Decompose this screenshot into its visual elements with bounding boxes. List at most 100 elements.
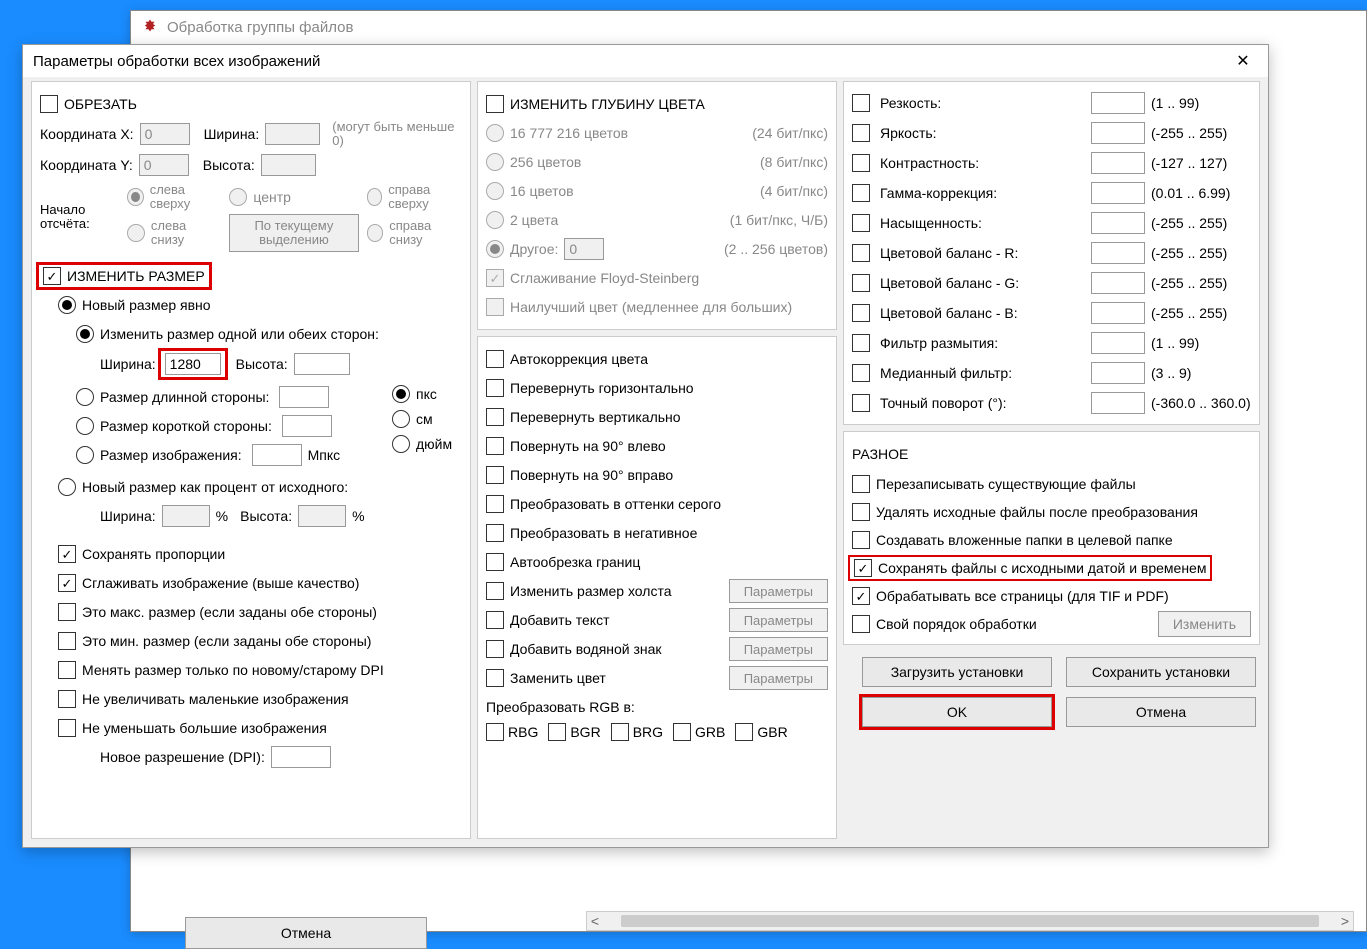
resize-shortside-radio[interactable] <box>76 417 94 435</box>
depth-fs-checkbox[interactable] <box>486 269 504 287</box>
op-text-params-button[interactable]: Параметры <box>729 608 828 632</box>
resize-width-input[interactable] <box>165 353 221 375</box>
op-flipv-checkbox[interactable] <box>486 408 504 426</box>
adj-finerot-checkbox[interactable] <box>852 394 870 412</box>
cancel-button[interactable]: Отмена <box>1066 697 1256 727</box>
rgb-grb-checkbox[interactable] <box>673 723 691 741</box>
depth-checkbox[interactable] <box>486 95 504 113</box>
resize-explicit-radio[interactable] <box>58 296 76 314</box>
crop-height-input[interactable] <box>261 154 316 176</box>
origin-current-selection-button[interactable]: По текущему выделению <box>229 214 358 252</box>
op-rotr-checkbox[interactable] <box>486 466 504 484</box>
op-autocolor-checkbox[interactable] <box>486 350 504 368</box>
misc-overwrite-checkbox[interactable] <box>852 475 870 493</box>
adj-median-checkbox[interactable] <box>852 364 870 382</box>
resize-longside-radio[interactable] <box>76 388 94 406</box>
no-shrink-checkbox[interactable] <box>58 719 76 737</box>
rgb-brg-checkbox[interactable] <box>611 723 629 741</box>
unit-px-radio[interactable] <box>392 385 410 403</box>
op-replacecolor-params-button[interactable]: Параметры <box>729 666 828 690</box>
op-canvas-params-button[interactable]: Параметры <box>729 579 828 603</box>
resize-imagesize-input[interactable] <box>252 444 302 466</box>
adj-cbr-checkbox[interactable] <box>852 244 870 262</box>
dpi-only-checkbox[interactable] <box>58 661 76 679</box>
parent-cancel-button[interactable]: Отмена <box>185 917 427 949</box>
unit-inch-radio[interactable] <box>392 435 410 453</box>
resample-checkbox[interactable] <box>58 574 76 592</box>
scroll-left-icon[interactable]: < <box>587 913 603 929</box>
close-button[interactable]: ✕ <box>1228 51 1258 71</box>
op-rotl-checkbox[interactable] <box>486 437 504 455</box>
adj-finerot-input[interactable] <box>1091 392 1145 414</box>
origin-bl-radio[interactable] <box>127 224 145 242</box>
rgb-rbg-checkbox[interactable] <box>486 723 504 741</box>
depth-2-radio[interactable] <box>486 211 504 229</box>
misc-change-button[interactable]: Изменить <box>1158 611 1251 637</box>
new-dpi-input[interactable] <box>271 746 331 768</box>
resize-sides-radio[interactable] <box>76 325 94 343</box>
scrollbar-thumb[interactable] <box>621 915 1319 927</box>
op-wm-params-button[interactable]: Параметры <box>729 637 828 661</box>
adj-gamma-checkbox[interactable] <box>852 184 870 202</box>
op-replacecolor-checkbox[interactable] <box>486 669 504 687</box>
op-gray-checkbox[interactable] <box>486 495 504 513</box>
adj-cbg-input[interactable] <box>1091 272 1145 294</box>
unit-cm-radio[interactable] <box>392 410 410 428</box>
resize-pct-height-input[interactable] <box>298 505 346 527</box>
resize-longside-input[interactable] <box>279 386 329 408</box>
depth-16m-radio[interactable] <box>486 124 504 142</box>
crop-width-input[interactable] <box>265 123 320 145</box>
depth-bestcolor-checkbox[interactable] <box>486 298 504 316</box>
adj-cbr-input[interactable] <box>1091 242 1145 264</box>
is-max-checkbox[interactable] <box>58 603 76 621</box>
adj-sat-checkbox[interactable] <box>852 214 870 232</box>
origin-br-radio[interactable] <box>367 224 384 242</box>
adj-median-input[interactable] <box>1091 362 1145 384</box>
adj-sat-input[interactable] <box>1091 212 1145 234</box>
no-enlarge-checkbox[interactable] <box>58 690 76 708</box>
resize-height-input[interactable] <box>294 353 350 375</box>
origin-tr-radio[interactable] <box>367 188 383 206</box>
horizontal-scrollbar[interactable]: < > <box>586 911 1354 931</box>
adj-bright-checkbox[interactable] <box>852 124 870 142</box>
misc-deletesrc-checkbox[interactable] <box>852 503 870 521</box>
depth-256-radio[interactable] <box>486 153 504 171</box>
misc-allpages-checkbox[interactable] <box>852 587 870 605</box>
misc-ownorder-checkbox[interactable] <box>852 615 870 633</box>
crop-y-input[interactable] <box>139 154 189 176</box>
op-wm-checkbox[interactable] <box>486 640 504 658</box>
load-settings-button[interactable]: Загрузить установки <box>862 657 1052 687</box>
op-neg-checkbox[interactable] <box>486 524 504 542</box>
rgb-bgr-checkbox[interactable] <box>548 723 566 741</box>
crop-checkbox[interactable] <box>40 95 58 113</box>
op-autocrop-checkbox[interactable] <box>486 553 504 571</box>
adj-contrast-checkbox[interactable] <box>852 154 870 172</box>
adj-blur-checkbox[interactable] <box>852 334 870 352</box>
op-fliph-checkbox[interactable] <box>486 379 504 397</box>
origin-tl-radio[interactable] <box>127 188 143 206</box>
scroll-right-icon[interactable]: > <box>1337 913 1353 929</box>
misc-subfolders-checkbox[interactable] <box>852 531 870 549</box>
resize-percent-radio[interactable] <box>58 478 76 496</box>
adj-bright-input[interactable] <box>1091 122 1145 144</box>
resize-pct-width-input[interactable] <box>162 505 210 527</box>
depth-other-input[interactable] <box>564 238 604 260</box>
resize-imagesize-radio[interactable] <box>76 446 94 464</box>
adj-blur-input[interactable] <box>1091 332 1145 354</box>
adj-cbb-checkbox[interactable] <box>852 304 870 322</box>
op-canvas-checkbox[interactable] <box>486 582 504 600</box>
adj-sharpen-input[interactable] <box>1091 92 1145 114</box>
ok-button[interactable]: OK <box>862 697 1052 727</box>
adj-sharpen-checkbox[interactable] <box>852 94 870 112</box>
depth-other-radio[interactable] <box>486 240 504 258</box>
depth-16-radio[interactable] <box>486 182 504 200</box>
save-settings-button[interactable]: Сохранить установки <box>1066 657 1256 687</box>
origin-center-radio[interactable] <box>229 188 247 206</box>
is-min-checkbox[interactable] <box>58 632 76 650</box>
resize-shortside-input[interactable] <box>282 415 332 437</box>
adj-contrast-input[interactable] <box>1091 152 1145 174</box>
adj-cbg-checkbox[interactable] <box>852 274 870 292</box>
crop-x-input[interactable] <box>140 123 190 145</box>
op-text-checkbox[interactable] <box>486 611 504 629</box>
rgb-gbr-checkbox[interactable] <box>735 723 753 741</box>
